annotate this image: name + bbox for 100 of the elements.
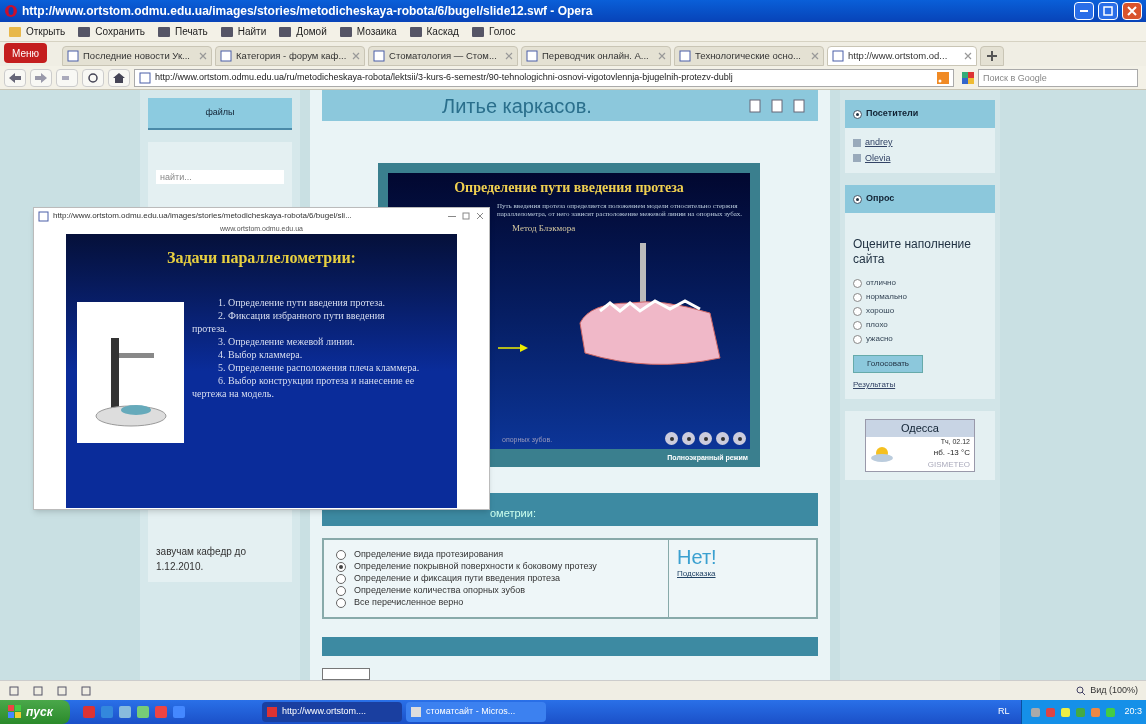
toolbar-button[interactable]: Домой <box>278 24 327 39</box>
panel-title: Опрос <box>866 192 895 206</box>
forward-button[interactable] <box>716 432 729 446</box>
maximize-button[interactable] <box>461 211 471 221</box>
reload-button[interactable] <box>82 68 104 87</box>
radio-button[interactable] <box>853 292 862 302</box>
last-button[interactable] <box>733 432 746 446</box>
start-button[interactable]: пуск <box>0 700 70 724</box>
toolbar-button[interactable]: Печать <box>157 24 208 39</box>
taskbar-button[interactable]: стоматсайт - Micros... <box>406 702 546 722</box>
page-icon <box>220 50 233 62</box>
radio-button[interactable] <box>336 561 346 572</box>
quick-launch-button[interactable] <box>118 705 132 719</box>
tray-icon <box>1060 706 1072 718</box>
quiz-option[interactable]: Определение покрывной поверхности к боковому протезу <box>336 560 668 573</box>
new-tab-button[interactable] <box>980 46 1005 66</box>
task-item: 3. Определение межевой линии. <box>217 335 356 348</box>
search-field[interactable]: найти... <box>156 170 284 184</box>
tray-icon <box>1090 706 1102 718</box>
zoom-button[interactable]: Вид (100%) <box>1076 683 1138 698</box>
section-title: ометрии: <box>490 505 536 521</box>
radio-button[interactable] <box>336 585 346 596</box>
menu-button[interactable] <box>699 432 712 446</box>
app-icon <box>82 705 96 719</box>
radio-button[interactable] <box>336 549 346 560</box>
home-button[interactable] <box>108 68 130 87</box>
poll-option[interactable]: отлично <box>853 277 987 289</box>
close-icon <box>811 52 820 60</box>
browser-tab[interactable]: Категория - форум каф... <box>215 46 366 66</box>
slide-title: Определение пути введения протеза <box>453 179 685 198</box>
files-button[interactable]: файлы <box>148 98 292 130</box>
page-icon <box>373 50 386 62</box>
vote-button[interactable]: Голосовать <box>853 355 923 373</box>
radio-button[interactable] <box>336 597 346 608</box>
browser-tab[interactable]: Стоматология — Стом... <box>368 46 519 66</box>
first-button[interactable] <box>665 432 678 446</box>
app-icon <box>172 705 186 719</box>
bullet-icon <box>853 109 862 119</box>
quick-launch-button[interactable] <box>172 705 186 719</box>
arrow-icon <box>498 343 528 354</box>
task-item: 5. Определение расположения плеча кламмера. <box>217 361 421 374</box>
toolbar-button[interactable]: Голос <box>470 24 516 39</box>
address-field[interactable]: http://www.ortstom.odmu.edu.ua/ru/metodicheskaya-robota/lektsii/3-kurs-6-semestr/90-tehnologichni-osnovi-vigotovlennja-bjugelnih-protezv-dublj <box>134 68 954 87</box>
poll-option[interactable]: нормально <box>853 291 987 303</box>
poll-option[interactable]: ужасно <box>853 333 987 345</box>
reload-icon <box>87 72 99 83</box>
results-link[interactable]: Результаты <box>853 379 987 391</box>
quiz-option[interactable]: Определение вида протезирования <box>336 548 668 561</box>
maximize-icon <box>1103 6 1113 16</box>
close-icon <box>1127 6 1137 16</box>
browser-tab[interactable]: http://www.ortstom.od... <box>827 46 978 66</box>
back-button[interactable] <box>682 432 695 446</box>
close-icon <box>476 212 484 220</box>
news-text: завучам кафедр до <box>156 545 247 559</box>
weather-city: Одесса <box>866 420 974 437</box>
toolbar-button[interactable]: Сохранить <box>77 24 145 39</box>
toolbar-button[interactable]: Каскад <box>408 24 459 39</box>
quiz-option[interactable]: Определение количества опорных зубов <box>336 584 668 597</box>
minimize-icon <box>448 215 456 217</box>
close-icon <box>352 52 361 60</box>
user-link[interactable]: andrey <box>865 136 893 150</box>
quick-launch-button[interactable] <box>100 705 114 719</box>
search-field[interactable]: Поиск в Google <box>978 68 1138 87</box>
radio-button[interactable] <box>853 278 862 288</box>
app-icon <box>154 705 168 719</box>
radio-button[interactable] <box>853 306 862 316</box>
browser-tab[interactable]: Последние новости Ук... <box>62 46 213 66</box>
task-item: 1. Определение пути введения протеза. <box>217 296 387 309</box>
page-icon <box>139 71 151 84</box>
poll-option[interactable]: хорошо <box>853 305 987 317</box>
menu-button[interactable]: Меню <box>4 43 48 63</box>
quick-launch-button[interactable] <box>136 705 150 719</box>
weather-brand: GISMETEO <box>927 459 970 471</box>
close-icon <box>964 52 973 60</box>
radio-button[interactable] <box>853 334 862 344</box>
taskbar-button[interactable]: http://www.ortstom.... <box>262 702 402 722</box>
sun-cloud-icon <box>870 444 894 463</box>
form-button[interactable] <box>322 668 370 680</box>
app-icon <box>136 705 150 719</box>
minimize-button[interactable] <box>1074 2 1094 20</box>
quiz-option[interactable]: Определение и фиксация пути введения протеза <box>336 572 668 585</box>
user-link[interactable]: Olevia <box>865 151 891 165</box>
page-icon <box>67 50 80 62</box>
plus-icon <box>987 51 998 61</box>
toolbar-button[interactable]: Мозаика <box>338 24 397 39</box>
quiz-option[interactable]: Все перечисленное верно <box>336 596 668 609</box>
close-button[interactable] <box>475 211 485 221</box>
search-engine-icon <box>962 71 974 84</box>
radio-button[interactable] <box>853 320 862 330</box>
hint-link[interactable]: Подсказка <box>677 568 816 581</box>
toolbar-button[interactable]: Открыть <box>8 24 66 39</box>
page-icon <box>38 210 49 222</box>
back-button[interactable] <box>4 68 26 87</box>
home-icon <box>113 72 125 83</box>
toolbar-button[interactable]: Найти <box>219 24 267 39</box>
browser-tab[interactable]: Переводчик онлайн. А... <box>521 46 672 66</box>
radio-button[interactable] <box>336 573 346 584</box>
windows-logo-icon <box>8 705 22 719</box>
browser-tab[interactable]: Технологические осно... <box>674 46 825 66</box>
poll-option[interactable]: плохо <box>853 319 987 331</box>
